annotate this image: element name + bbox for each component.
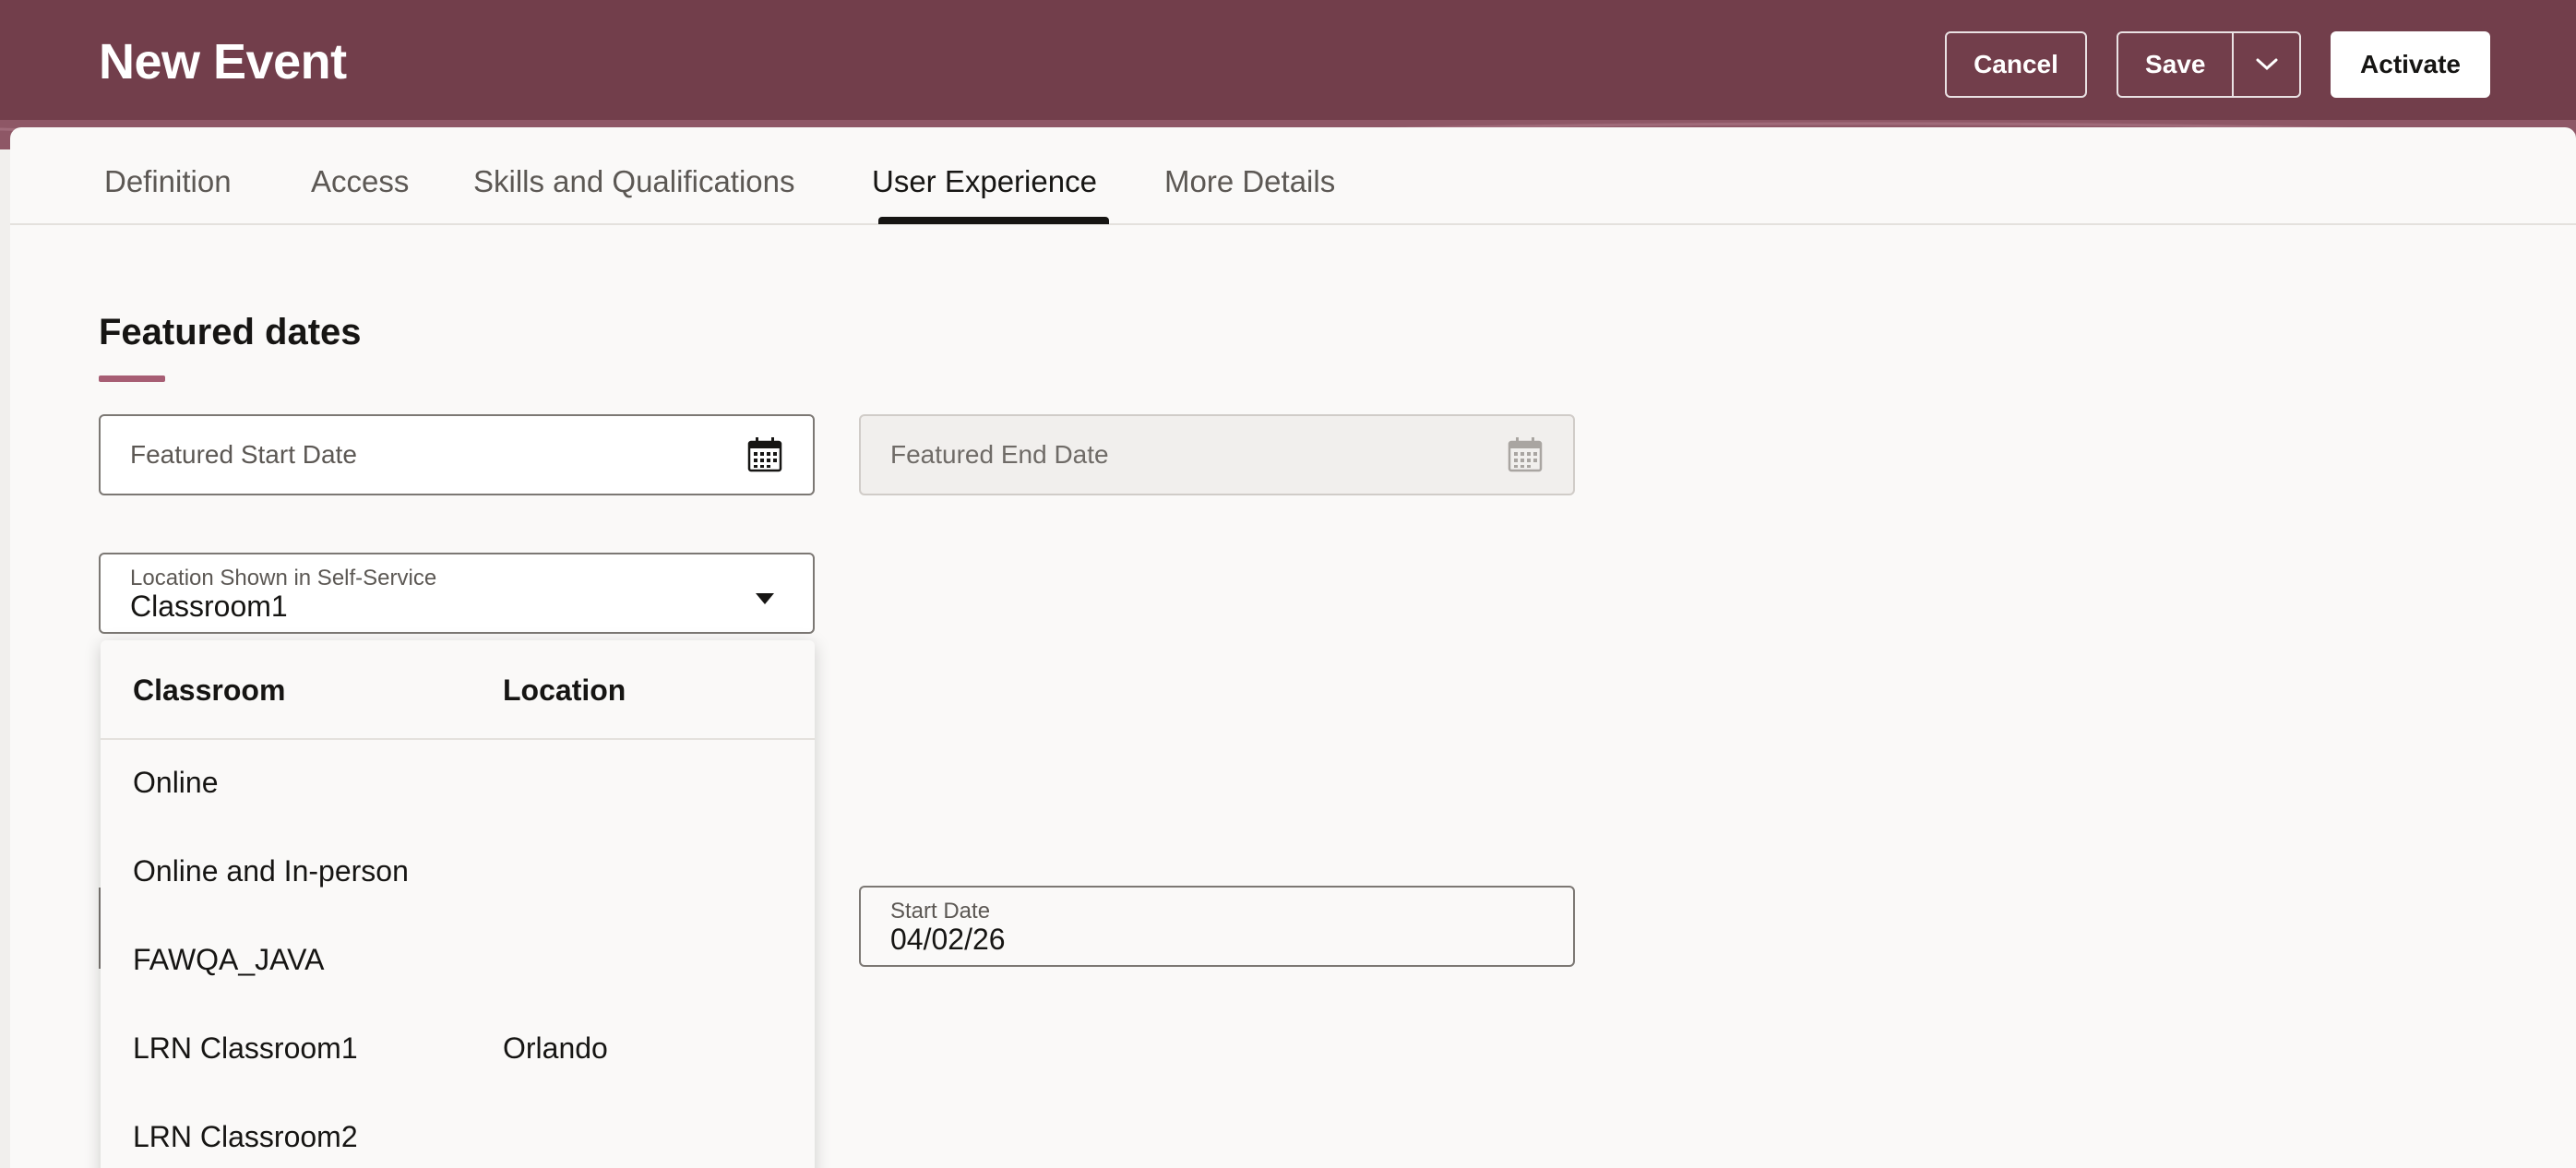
section-accent bbox=[99, 375, 165, 382]
location-select-label: Location Shown in Self-Service bbox=[130, 566, 437, 590]
featured-start-date-placeholder: Featured Start Date bbox=[130, 440, 357, 469]
tab-skills-and-qualifications[interactable]: Skills and Qualifications bbox=[473, 164, 795, 199]
column-header-classroom: Classroom bbox=[133, 673, 286, 707]
option-classroom: Online and In-person bbox=[133, 854, 409, 888]
calendar-icon[interactable] bbox=[746, 436, 783, 473]
left-edge bbox=[0, 149, 10, 1168]
save-button-group: Save bbox=[2117, 31, 2301, 98]
dropdown-option[interactable]: FAWQA_JAVA bbox=[101, 917, 815, 1006]
chevron-down-icon bbox=[2256, 58, 2278, 71]
column-header-location: Location bbox=[503, 673, 626, 707]
tab-more-details[interactable]: More Details bbox=[1164, 164, 1335, 199]
save-button[interactable]: Save bbox=[2118, 33, 2232, 96]
save-menu-button[interactable] bbox=[2232, 33, 2299, 96]
option-classroom: LRN Classroom1 bbox=[133, 1031, 358, 1065]
cancel-button[interactable]: Cancel bbox=[1945, 31, 2087, 98]
tab-user-experience[interactable]: User Experience bbox=[872, 164, 1097, 199]
page: New Event Cancel Save Activate Definitio… bbox=[0, 0, 2576, 1168]
featured-end-date-placeholder: Featured End Date bbox=[890, 440, 1109, 469]
location-dropdown-list: Classroom Location Online Online and In-… bbox=[101, 640, 815, 1168]
start-date-field[interactable]: Start Date 04/02/26 bbox=[859, 886, 1575, 967]
option-classroom: FAWQA_JAVA bbox=[133, 943, 325, 976]
option-classroom: Online bbox=[133, 766, 219, 799]
option-location: Orlando bbox=[503, 1031, 608, 1065]
calendar-icon bbox=[1508, 437, 1543, 472]
active-tab-indicator bbox=[878, 217, 1109, 224]
dropdown-option[interactable]: Online bbox=[101, 740, 815, 828]
start-date-value: 04/02/26 bbox=[890, 923, 1006, 956]
featured-end-date-field: Featured End Date bbox=[859, 414, 1575, 495]
activate-button[interactable]: Activate bbox=[2331, 31, 2490, 98]
dropdown-arrow-icon[interactable] bbox=[746, 582, 783, 619]
start-date-label: Start Date bbox=[890, 899, 991, 924]
dropdown-option[interactable]: LRN Classroom2 bbox=[101, 1094, 815, 1168]
tab-definition[interactable]: Definition bbox=[104, 164, 232, 199]
tab-access[interactable]: Access bbox=[311, 164, 409, 199]
location-select-value: Classroom1 bbox=[130, 590, 288, 623]
option-classroom: LRN Classroom2 bbox=[133, 1120, 358, 1153]
featured-start-date-field[interactable]: Featured Start Date bbox=[99, 414, 815, 495]
section-title: Featured dates bbox=[99, 312, 362, 352]
location-select[interactable]: Location Shown in Self-Service Classroom… bbox=[99, 553, 815, 634]
dropdown-option[interactable]: Online and In-person bbox=[101, 828, 815, 917]
tab-bar: Definition Access Skills and Qualificati… bbox=[10, 127, 2576, 225]
dropdown-option[interactable]: LRN Classroom1 Orlando bbox=[101, 1006, 815, 1094]
dropdown-header: Classroom Location bbox=[101, 640, 815, 740]
page-title: New Event bbox=[99, 34, 347, 89]
